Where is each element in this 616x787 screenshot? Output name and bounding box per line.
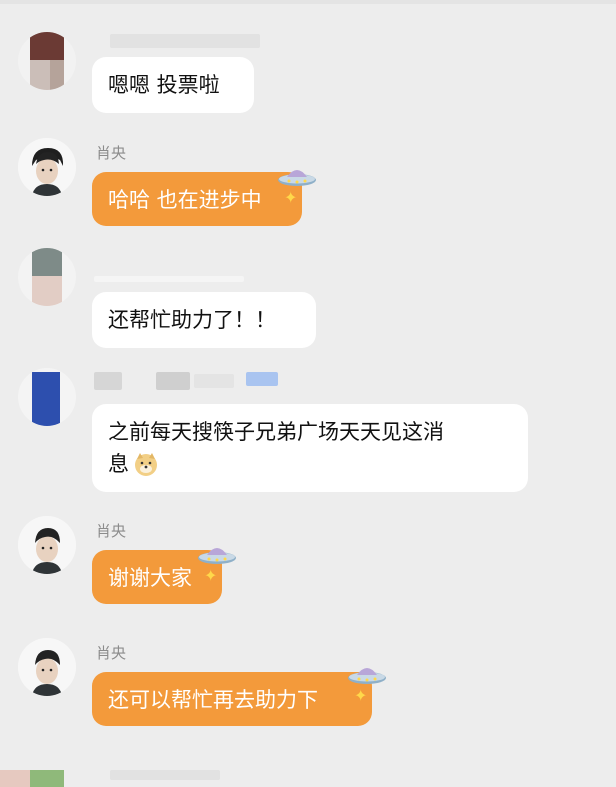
sender-name-blurred <box>94 372 122 390</box>
message-text-line: 息 <box>108 448 512 480</box>
sender-name: 肖央 <box>96 522 127 540</box>
chat-message: 肖央 还可以帮忙再去助力下 ✦ <box>0 630 616 750</box>
avatar[interactable] <box>18 138 76 196</box>
message-bubble[interactable]: 哈哈 也在进步中 <box>92 172 302 226</box>
chat-message: 之前每天搜筷子兄弟广场天天见这消 息 <box>0 360 616 505</box>
sender-name-blurred <box>246 372 278 386</box>
sender-name: 肖央 <box>96 144 127 162</box>
sender-name: 肖央 <box>96 644 127 662</box>
avatar[interactable] <box>18 638 76 696</box>
chat-message-partial <box>0 762 616 787</box>
chat-message: 肖央 哈哈 也在进步中 ✦ <box>0 130 616 240</box>
message-bubble[interactable]: 还帮忙助力了！！ <box>92 292 316 348</box>
chat-message: 肖央 谢谢大家 ✦ <box>0 508 616 628</box>
avatar <box>30 770 64 787</box>
ufo-sticker-icon <box>278 170 316 186</box>
message-text: 息 <box>108 452 129 476</box>
avatar[interactable] <box>18 516 76 574</box>
chat-message: 嗯嗯 投票啦 <box>0 0 616 130</box>
sender-name-blurred <box>110 770 220 780</box>
sparkle-icon: ✦ <box>354 686 368 705</box>
doge-icon <box>135 453 157 476</box>
chat-message: 还帮忙助力了！！ <box>0 240 616 360</box>
message-bubble[interactable]: 嗯嗯 投票啦 <box>92 57 254 113</box>
message-text-line: 之前每天搜筷子兄弟广场天天见这消 <box>108 420 444 444</box>
ufo-sticker-icon <box>198 548 236 564</box>
sender-name-blurred <box>194 374 234 388</box>
avatar[interactable] <box>18 248 76 306</box>
message-bubble[interactable]: 还可以帮忙再去助力下 <box>92 672 372 726</box>
ufo-sticker-icon <box>348 668 386 684</box>
avatar <box>0 770 30 787</box>
sender-name-blurred <box>156 372 190 390</box>
sparkle-icon: ✦ <box>284 188 298 207</box>
message-bubble[interactable]: 之前每天搜筷子兄弟广场天天见这消 息 <box>92 404 528 492</box>
sender-name-blurred <box>110 34 260 48</box>
avatar[interactable] <box>18 368 76 426</box>
avatar[interactable] <box>18 32 76 90</box>
sender-name-blurred <box>94 276 244 282</box>
sparkle-icon: ✦ <box>204 566 218 585</box>
